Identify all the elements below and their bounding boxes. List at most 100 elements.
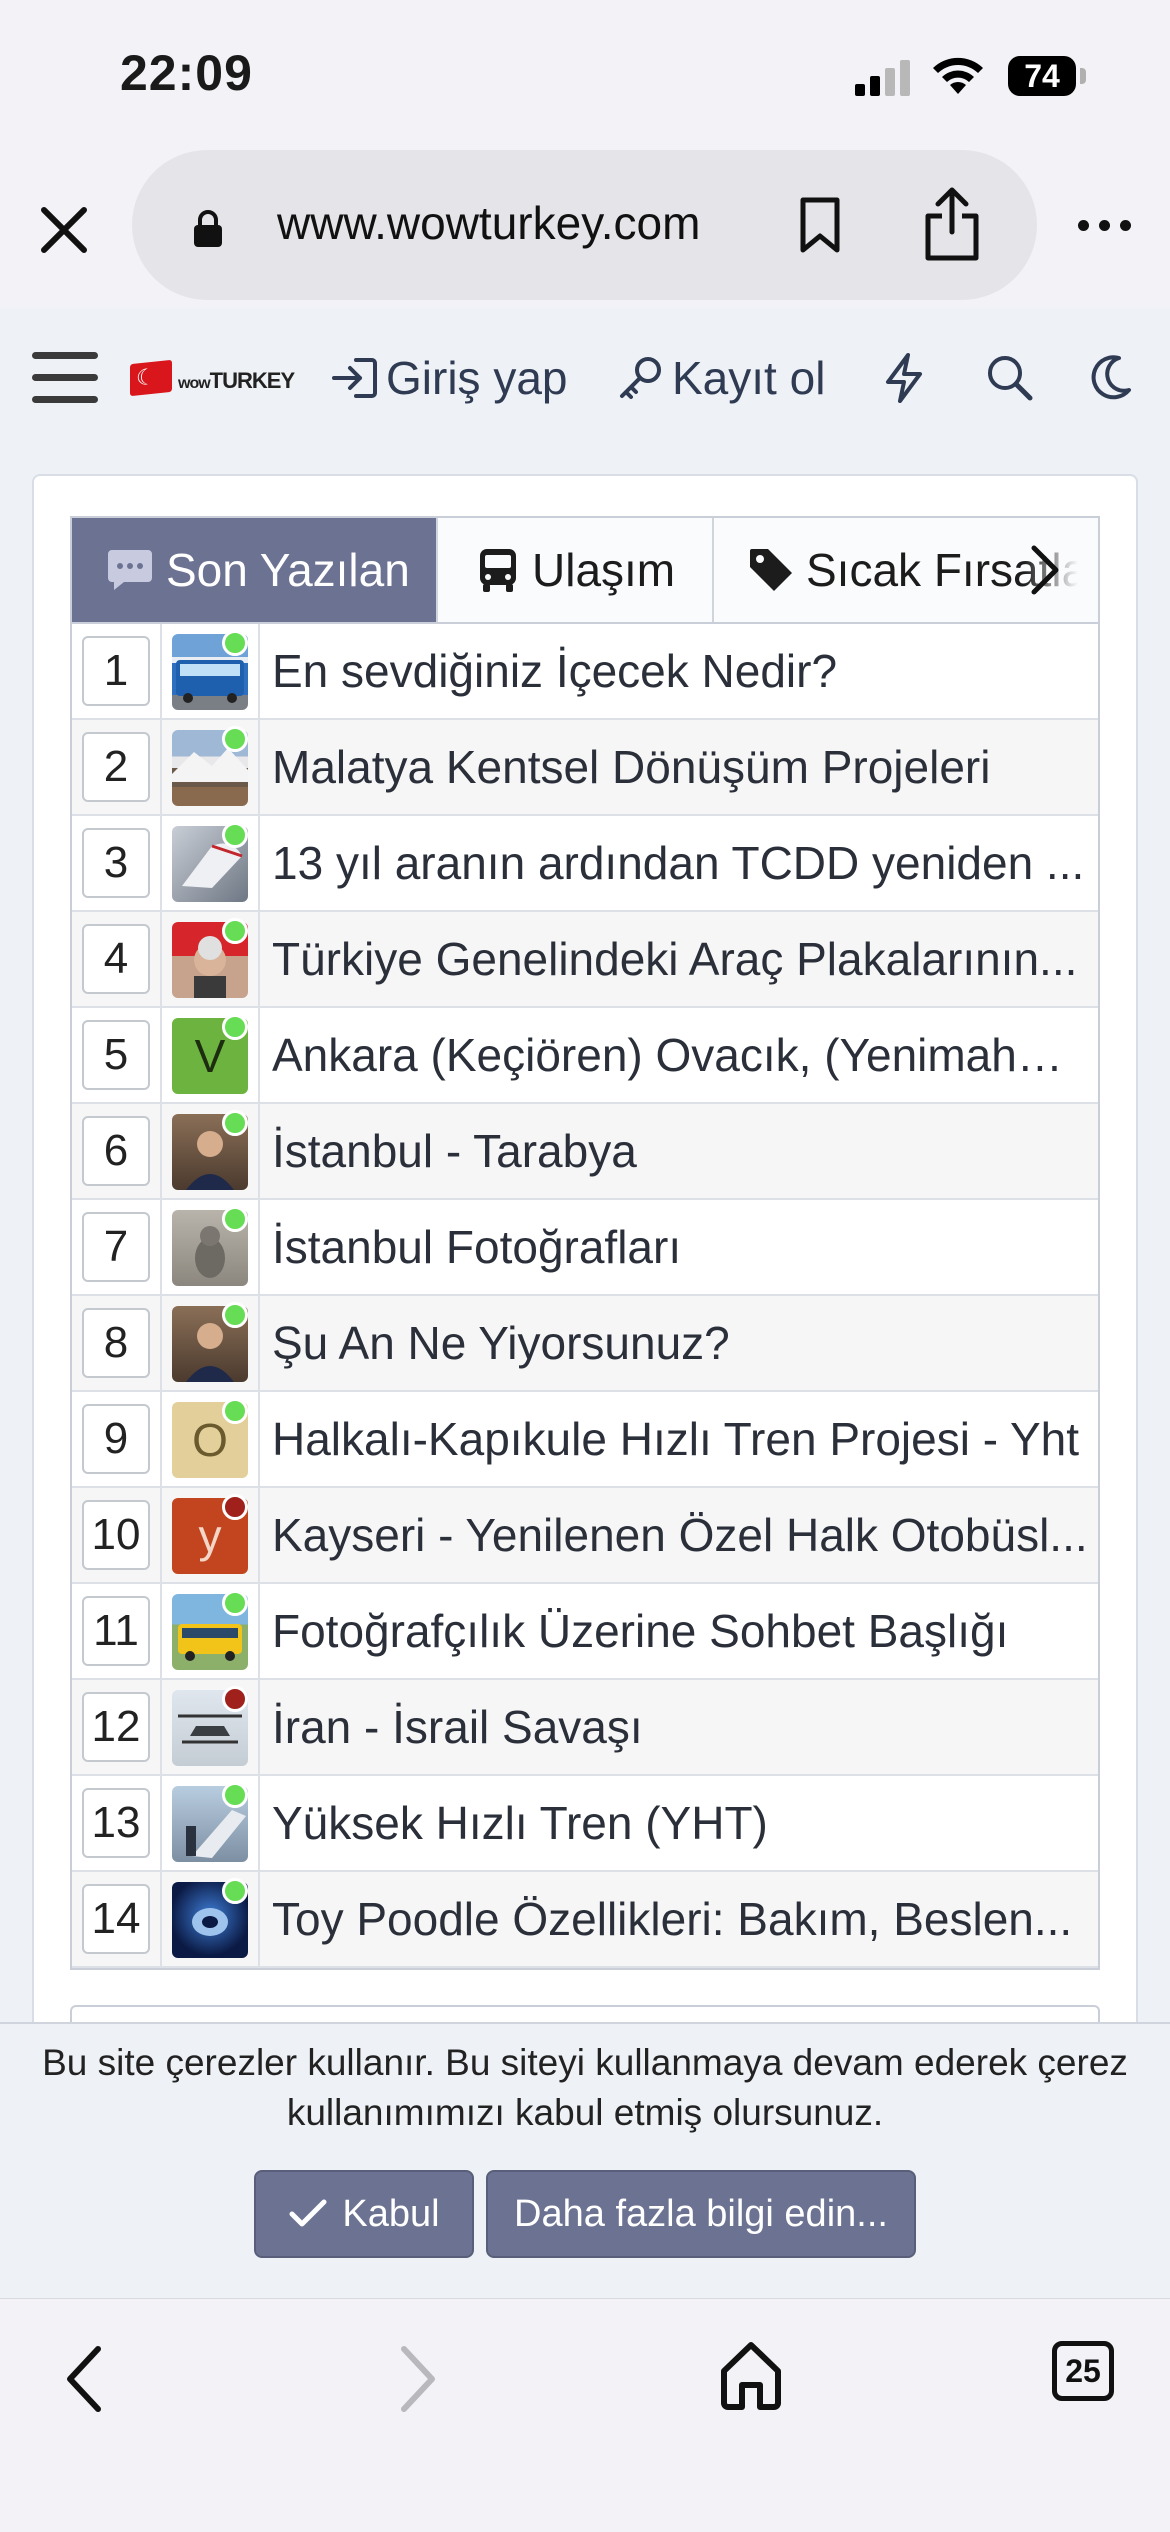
list-item[interactable]: 14 Toy Poodle Özellikleri: Bakım, Beslen…	[72, 1872, 1098, 1968]
list-item[interactable]: 2 Malatya Kentsel Dönüşüm Projeleri	[72, 720, 1098, 816]
list-item[interactable]: 10 y Kayseri - Yenilenen Özel Halk Otobü…	[72, 1488, 1098, 1584]
topic-title[interactable]: Kayseri - Yenilenen Özel Halk Otobüsl...	[272, 1488, 1088, 1582]
tab-label: Ulaşım	[532, 544, 676, 596]
list-item[interactable]: 11 Fotoğrafçılık Üzerine Sohbet Başlığı	[72, 1584, 1098, 1680]
lightning-icon[interactable]	[882, 352, 926, 404]
list-item[interactable]: 3 13 yıl aranın ardından TCDD yeniden ..…	[72, 816, 1098, 912]
online-status-dot	[222, 1398, 248, 1424]
online-status-dot	[222, 822, 248, 848]
topic-title[interactable]: 13 yıl aranın ardından TCDD yeniden ...	[272, 816, 1088, 910]
search-icon[interactable]	[985, 352, 1035, 404]
tabs-count-button[interactable]: 25	[1052, 2341, 1114, 2401]
chat-bubble-icon	[108, 550, 152, 590]
bus-icon	[480, 549, 516, 592]
avatar-cell: O	[162, 1392, 260, 1486]
login-link[interactable]: Giriş yap	[330, 348, 567, 408]
close-icon[interactable]	[34, 200, 94, 260]
url-text: www.wowturkey.com	[277, 197, 701, 249]
more-info-button[interactable]: Daha fazla bilgi edin...	[486, 2170, 916, 2258]
topic-title[interactable]: En sevdiğiniz İçecek Nedir?	[272, 624, 1088, 718]
rank-cell: 4	[72, 912, 162, 1006]
topic-title[interactable]: Şu An Ne Yiyorsunuz?	[272, 1296, 1088, 1390]
online-status-dot	[222, 1014, 248, 1040]
rank-cell: 10	[72, 1488, 162, 1582]
rank-badge: 1	[82, 636, 150, 706]
topic-title[interactable]: İstanbul - Tarabya	[272, 1104, 1088, 1198]
rank-cell: 2	[72, 720, 162, 814]
rank-badge: 8	[82, 1308, 150, 1378]
online-status-dot	[222, 1206, 248, 1232]
list-item[interactable]: 4 Türkiye Genelindeki Araç Plakalarının.…	[72, 912, 1098, 1008]
list-item[interactable]: 5 V Ankara (Keçiören) Ovacık, (Yenimahal…	[72, 1008, 1098, 1104]
rank-badge: 7	[82, 1212, 150, 1282]
offline-status-dot	[222, 1494, 248, 1520]
rank-badge: 13	[82, 1788, 150, 1858]
online-status-dot	[222, 726, 248, 752]
forward-arrow-icon[interactable]	[392, 2339, 442, 2419]
rank-cell: 14	[72, 1872, 162, 1966]
list-item[interactable]: 13 Yüksek Hızlı Tren (YHT)	[72, 1776, 1098, 1872]
rank-cell: 9	[72, 1392, 162, 1486]
accept-label: Kabul	[342, 2192, 440, 2235]
address-bar[interactable]: www.wowturkey.com	[132, 150, 1037, 300]
online-status-dot	[222, 1110, 248, 1136]
topic-title[interactable]: Ankara (Keçiören) Ovacık, (Yenimahal...	[272, 1008, 1088, 1102]
checkmark-icon	[289, 2199, 327, 2227]
tab-son-yazilan[interactable]: Son Yazılan	[72, 518, 438, 622]
status-time: 22:09	[120, 45, 253, 101]
tag-icon	[750, 549, 792, 591]
bookmark-icon[interactable]	[797, 196, 843, 254]
back-arrow-icon[interactable]	[60, 2339, 110, 2419]
rank-cell: 12	[72, 1680, 162, 1774]
rank-cell: 3	[72, 816, 162, 910]
home-icon[interactable]	[718, 2339, 784, 2411]
more-options-icon[interactable]	[1075, 210, 1135, 240]
topic-tabs: Son Yazılan Ulaşım Sıcak Fırsatlar	[70, 516, 1100, 622]
cookie-notice: Bu site çerezler kullanır. Bu siteyi kul…	[0, 2022, 1170, 2298]
more-info-label: Daha fazla bilgi edin...	[514, 2192, 888, 2235]
rank-cell: 11	[72, 1584, 162, 1678]
topic-title[interactable]: Türkiye Genelindeki Araç Plakalarının...	[272, 912, 1088, 1006]
dark-mode-moon-icon[interactable]	[1085, 352, 1135, 404]
online-status-dot	[222, 1302, 248, 1328]
share-icon[interactable]	[922, 186, 982, 262]
avatar-cell	[162, 1296, 260, 1390]
logo-text: wowTURKEY	[178, 368, 295, 393]
avatar-cell	[162, 1680, 260, 1774]
topic-title[interactable]: Toy Poodle Özellikleri: Bakım, Beslen...	[272, 1872, 1088, 1966]
topic-title[interactable]: Halkalı-Kapıkule Hızlı Tren Projesi - Yh…	[272, 1392, 1088, 1486]
topic-title[interactable]: İstanbul Fotoğrafları	[272, 1200, 1088, 1294]
topic-title[interactable]: İran - İsrail Savaşı	[272, 1680, 1088, 1774]
rank-cell: 7	[72, 1200, 162, 1294]
list-item[interactable]: 8 Şu An Ne Yiyorsunuz?	[72, 1296, 1098, 1392]
avatar-cell	[162, 1872, 260, 1966]
chevron-right-icon[interactable]	[1020, 540, 1070, 600]
accept-cookies-button[interactable]: Kabul	[254, 2170, 474, 2258]
register-link[interactable]: Kayıt ol	[616, 348, 825, 408]
online-status-dot	[222, 1878, 248, 1904]
topic-title[interactable]: Yüksek Hızlı Tren (YHT)	[272, 1776, 1088, 1870]
list-item[interactable]: 9 O Halkalı-Kapıkule Hızlı Tren Projesi …	[72, 1392, 1098, 1488]
rank-cell: 5	[72, 1008, 162, 1102]
menu-icon[interactable]	[32, 352, 98, 404]
avatar-cell	[162, 1104, 260, 1198]
tab-ulasim[interactable]: Ulaşım	[438, 518, 714, 622]
online-status-dot	[222, 1782, 248, 1808]
rank-badge: 4	[82, 924, 150, 994]
browser-bar: www.wowturkey.com	[0, 140, 1170, 308]
list-item[interactable]: 6 İstanbul - Tarabya	[72, 1104, 1098, 1200]
rank-badge: 5	[82, 1020, 150, 1090]
list-item[interactable]: 1 En sevdiğiniz İçecek Nedir?	[72, 624, 1098, 720]
avatar-cell	[162, 1200, 260, 1294]
avatar-cell	[162, 816, 260, 910]
status-bar: 22:09 74	[0, 0, 1170, 140]
online-status-dot	[222, 1590, 248, 1616]
list-item[interactable]: 12 İran - İsrail Savaşı	[72, 1680, 1098, 1776]
rank-badge: 11	[82, 1596, 150, 1666]
topic-title[interactable]: Malatya Kentsel Dönüşüm Projeleri	[272, 720, 1088, 814]
list-item[interactable]: 7 İstanbul Fotoğrafları	[72, 1200, 1098, 1296]
topic-title[interactable]: Fotoğrafçılık Üzerine Sohbet Başlığı	[272, 1584, 1088, 1678]
login-label: Giriş yap	[386, 352, 568, 404]
cellular-signal-icon	[855, 60, 911, 96]
rank-badge: 9	[82, 1404, 150, 1474]
